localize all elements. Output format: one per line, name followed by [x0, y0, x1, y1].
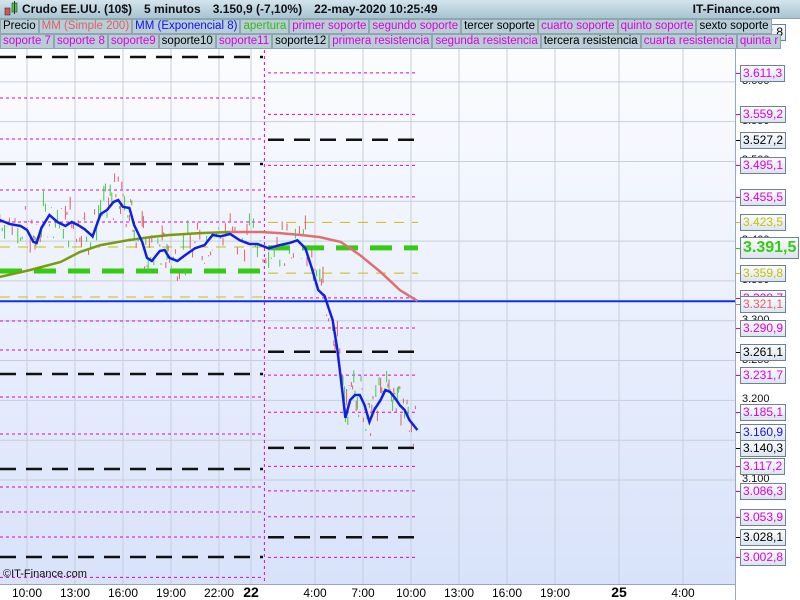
legend-item[interactable]: cuarto soporte — [538, 19, 618, 34]
price-label: 3.086,3 — [740, 482, 787, 500]
price-label: 3.455,5 — [740, 188, 787, 206]
legend-item[interactable]: soporte10 — [158, 34, 216, 49]
legend-item[interactable]: MM (Simple 200) — [38, 19, 133, 34]
legend-item[interactable]: segundo soporte — [369, 19, 462, 34]
legend-item[interactable]: soporte9 — [107, 34, 159, 49]
price-label: 3.002,8 — [740, 549, 787, 567]
price-label: 3.321,1 — [740, 295, 787, 313]
price-label: 3.231,7 — [740, 367, 787, 385]
time-label: 22 — [243, 584, 259, 600]
time-axis[interactable]: 10:00 13:00 16:00 19:00 22:00 22 4:00 7:00 10:00… — [0, 584, 735, 600]
price-chart[interactable] — [0, 0, 735, 584]
time-label: 13:00 — [443, 586, 475, 600]
price-label: 3.185,1 — [740, 404, 787, 422]
price-axis[interactable]: 3.6503.6003.5503.5003.4503.4003.3503.300… — [735, 19, 800, 600]
price-label: 3.391,5 — [740, 236, 800, 259]
time-label: 10:00 — [395, 586, 427, 600]
candlestick-logo-icon — [0, 0, 22, 18]
legend-item[interactable]: primera resistencia — [329, 34, 433, 49]
legend-item[interactable]: soporte 8 — [53, 34, 108, 49]
legend-item[interactable]: segunda resistencia — [432, 34, 541, 49]
price-label: 3.053,9 — [740, 508, 787, 526]
brand[interactable]: IT-Finance.com — [693, 2, 780, 16]
time-label: 19:00 — [155, 586, 187, 600]
time-label: 4:00 — [303, 586, 327, 600]
legend-item[interactable]: MM (Exponencial 8) — [132, 19, 241, 34]
price-label: 3.423,5 — [740, 214, 787, 232]
legend-row-1: Precio MM (Simple 200) MM (Exponencial 8) a… — [0, 19, 772, 34]
price-label: 3.290,9 — [740, 319, 787, 337]
legend-item[interactable]: soporte 7 — [0, 34, 54, 49]
legend-item[interactable]: apertura — [240, 19, 290, 34]
legend-item[interactable]: tercera resistencia — [540, 34, 641, 49]
datetime: 22-may-2020 10:25:49 — [314, 2, 438, 16]
legend-item[interactable]: Precio — [0, 19, 39, 34]
time-label: 19:00 — [539, 586, 571, 600]
time-label: 10:00 — [11, 586, 43, 600]
copyright: ©IT-Finance.com — [3, 568, 87, 580]
legend-item[interactable]: primer soporte — [289, 19, 370, 34]
price-label: 3.117,2 — [740, 458, 786, 476]
price-label: 3.028,1 — [740, 529, 787, 547]
interval[interactable]: 5 minutos — [144, 2, 201, 16]
legend-item[interactable]: soporte11 — [215, 34, 273, 49]
instrument-name: Crudo EE.UU. (10$) — [22, 2, 133, 16]
legend-item[interactable]: quinta r — [736, 34, 782, 49]
price-label: 3.527,2 — [740, 131, 787, 149]
time-label: 16:00 — [107, 586, 139, 600]
price-label: 3.261,1 — [740, 343, 787, 361]
time-label: 4:00 — [671, 586, 695, 600]
plot-background — [0, 0, 735, 584]
time-label: 13:00 — [59, 586, 91, 600]
time-label: 16:00 — [491, 586, 523, 600]
chart-header: Crudo EE.UU. (10$) 5 minutos 3.150,9 (-7… — [0, 0, 800, 19]
price-label: 3.611,3 — [740, 64, 786, 82]
time-label: 7:00 — [351, 586, 375, 600]
legend-item[interactable]: quinto soporte — [617, 19, 697, 34]
time-label: 22:00 — [203, 586, 235, 600]
price-label: 3.559,2 — [740, 106, 787, 124]
legend-item[interactable]: soporte12 — [272, 34, 330, 49]
price-label: 3.495,1 — [740, 157, 787, 175]
price-label: 3.160,9 — [740, 423, 787, 441]
time-label: 25 — [611, 584, 627, 600]
legend-item[interactable]: cuarta resistencia — [640, 34, 737, 49]
legend-item[interactable]: tercer soporte — [461, 19, 539, 34]
legend-item[interactable]: sexto soporte — [696, 19, 772, 34]
legend-row-2: soporte 7 soporte 8 soporte9 soporte10 sopor… — [0, 34, 782, 49]
last-price: 3.150,9 (-7,10%) — [212, 2, 303, 16]
price-label: 3.359,8 — [740, 265, 787, 283]
price-label: 3.140,3 — [740, 439, 787, 457]
